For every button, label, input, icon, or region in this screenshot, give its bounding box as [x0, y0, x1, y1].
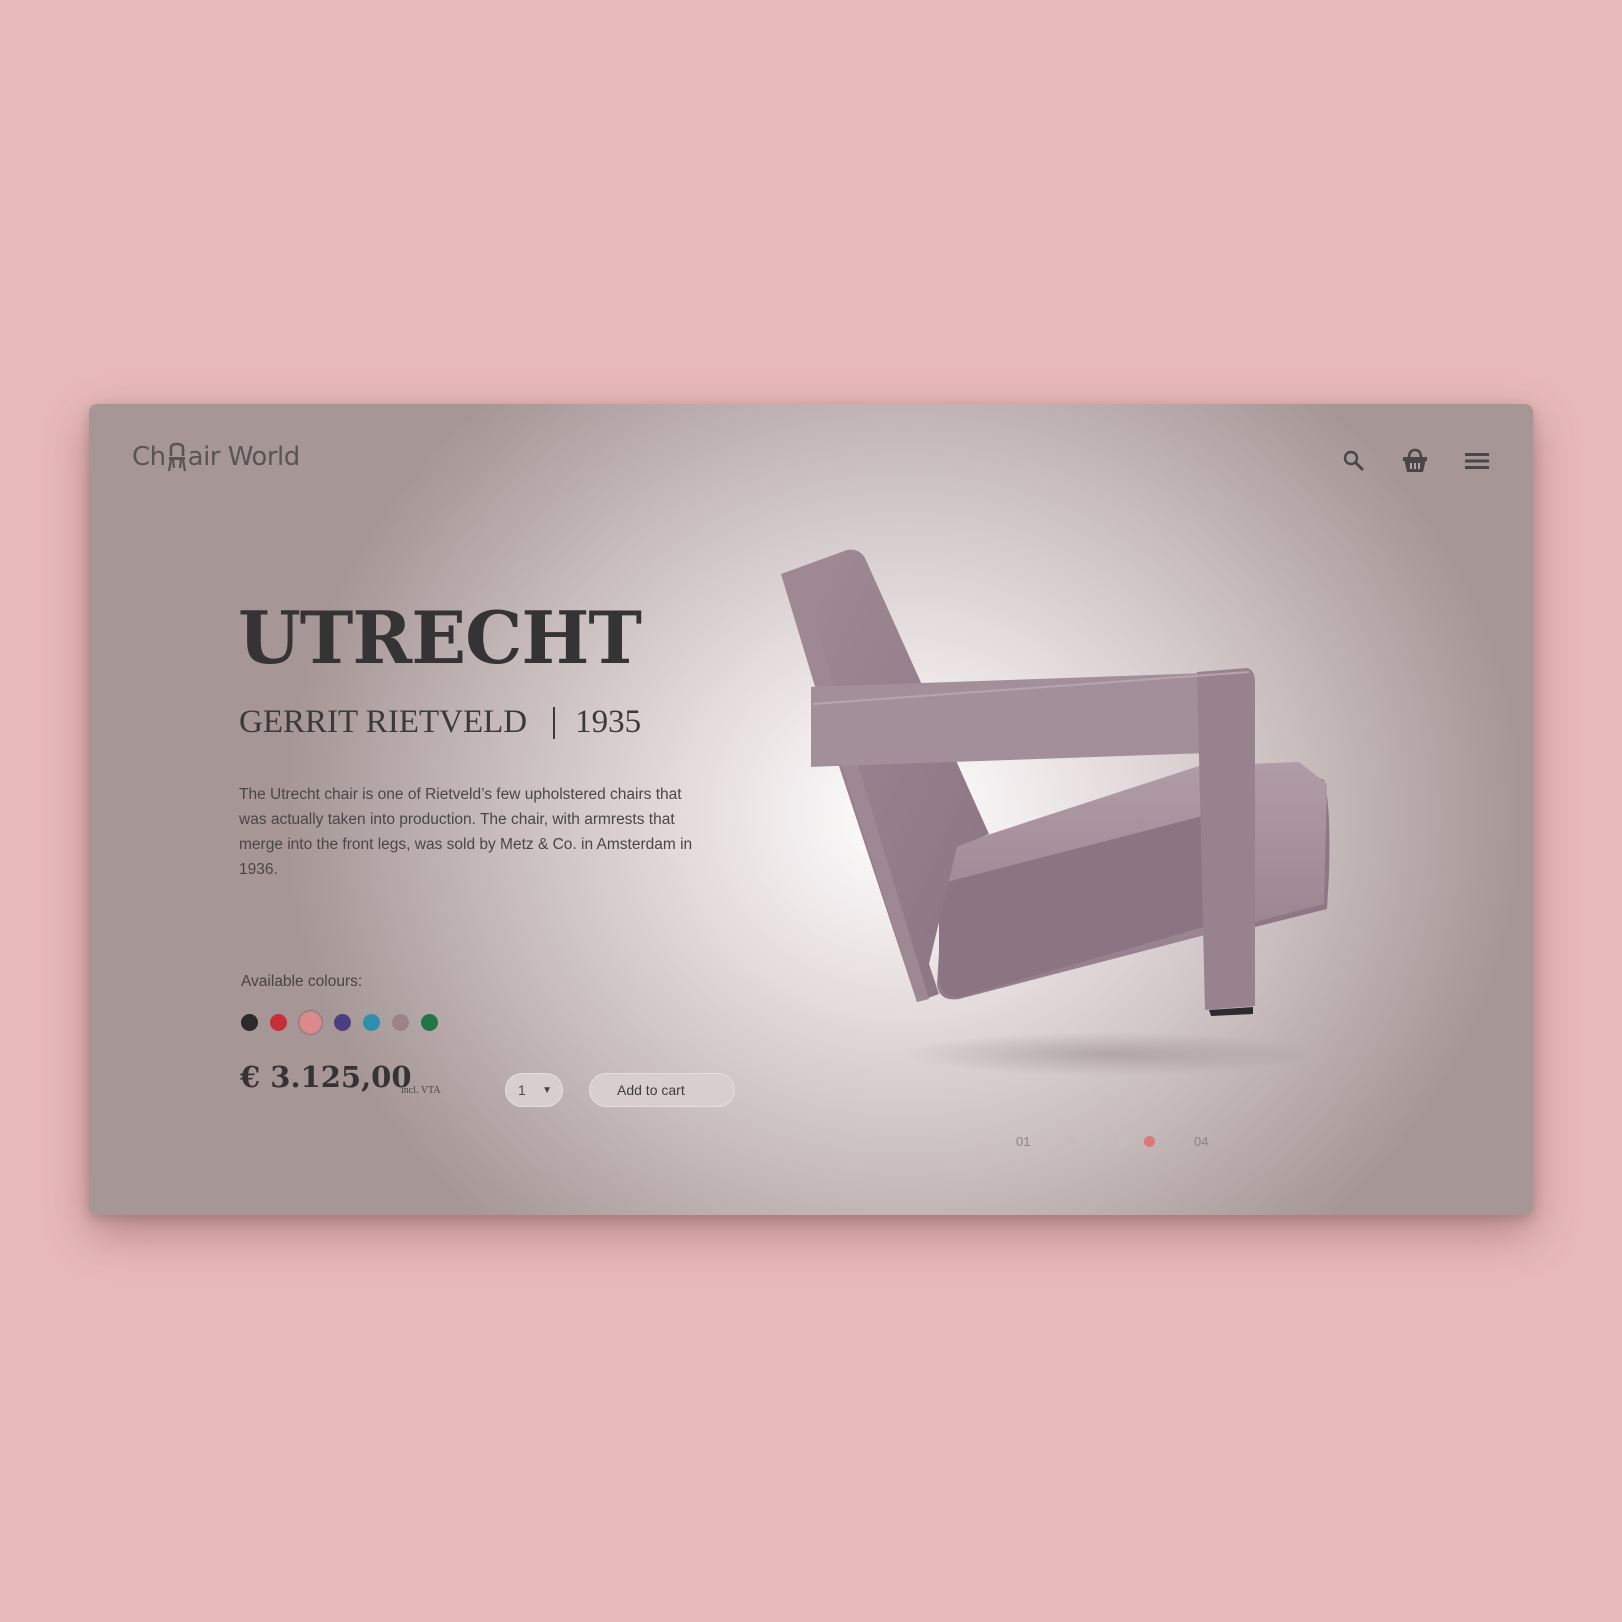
design-year: 1935	[575, 704, 642, 740]
pager-dot[interactable]	[1066, 1136, 1077, 1147]
price-note: incl. VTA	[401, 1085, 441, 1096]
pager-dot[interactable]	[1092, 1136, 1103, 1147]
colour-swatch[interactable]	[270, 1014, 287, 1031]
pager-start-label: 01	[1016, 1134, 1031, 1149]
chevron-down-icon: ▼	[542, 1085, 552, 1096]
basket-icon[interactable]	[1400, 446, 1430, 476]
menu-icon[interactable]	[1462, 446, 1492, 476]
product-price: € 3.125,00	[240, 1060, 412, 1094]
colour-swatches	[241, 1013, 450, 1032]
pager-end-label: 04	[1194, 1134, 1209, 1149]
colour-swatch[interactable]	[241, 1014, 258, 1031]
subtitle-divider	[553, 706, 556, 739]
colour-swatch[interactable]	[363, 1014, 380, 1031]
product-card: Ch air World UTRECHT GERRIT RIETVELD 193…	[89, 404, 1533, 1215]
product-subtitle: GERRIT RIETVELD 1935	[239, 704, 641, 741]
pager-dots	[1066, 1136, 1170, 1147]
logo-text-end: air World	[187, 442, 301, 472]
designer-name: GERRIT RIETVELD	[239, 704, 528, 740]
pager-dot[interactable]	[1118, 1136, 1129, 1147]
logo[interactable]: Ch air World	[132, 442, 300, 472]
colours-label: Available colours:	[241, 973, 363, 990]
search-icon[interactable]	[1339, 446, 1369, 476]
colour-swatch[interactable]	[392, 1014, 409, 1031]
product-description: The Utrecht chair is one of Rietveld’s f…	[239, 786, 693, 878]
logo-text-start: Ch	[132, 442, 166, 472]
quantity-select[interactable]: 1 ▼	[505, 1073, 563, 1107]
product-title: UTRECHT	[238, 595, 642, 680]
colour-swatch[interactable]	[421, 1014, 438, 1031]
quantity-value: 1	[518, 1082, 526, 1098]
colour-swatch[interactable]	[334, 1014, 351, 1031]
chair-logo-icon	[167, 442, 186, 472]
add-to-cart-button[interactable]: Add to cart	[589, 1073, 735, 1107]
slide-pager: 01 04	[1016, 1134, 1214, 1149]
chair-image	[781, 549, 1330, 1076]
colour-swatch[interactable]	[301, 1013, 320, 1032]
pager-dot[interactable]	[1144, 1136, 1155, 1147]
